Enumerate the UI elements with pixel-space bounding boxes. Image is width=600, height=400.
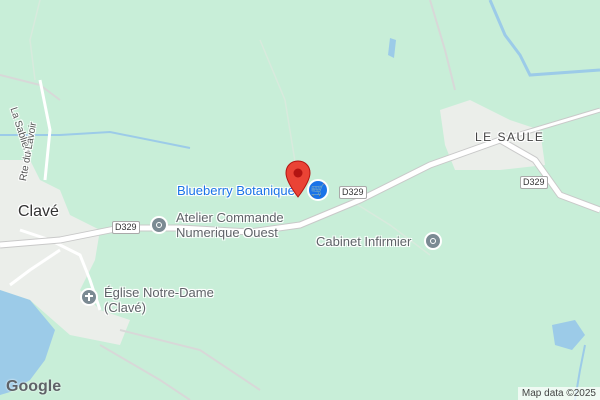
poi-label-blueberry-botanique[interactable]: Blueberry Botanique	[177, 183, 295, 198]
place-label-clave[interactable]: Clavé	[18, 203, 59, 221]
map-attribution[interactable]: Map data ©2025	[517, 387, 600, 400]
poi-label-atelier-line1[interactable]: Atelier Commande	[176, 210, 284, 225]
poi-label-cabinet-infirmier[interactable]: Cabinet Infirmier	[316, 234, 411, 249]
small-pond	[388, 38, 396, 58]
poi-label-atelier-line2[interactable]: Numerique Ouest	[176, 225, 278, 240]
road-badge-d329-mid: D329	[339, 186, 367, 199]
map-pin-icon[interactable]	[285, 160, 311, 198]
map-canvas[interactable]: La Sablière Rte du Lavoir D329 D329 D329…	[0, 0, 600, 400]
road-badge-d329-west: D329	[112, 221, 140, 234]
church-icon[interactable]	[80, 288, 98, 306]
map-base-layer	[0, 0, 600, 400]
poi-label-eglise-line1[interactable]: Église Notre-Dame	[104, 285, 214, 300]
stream-north	[488, 0, 600, 77]
poi-label-eglise-line2[interactable]: (Clavé)	[104, 300, 146, 315]
circle-poi-icon[interactable]	[150, 216, 168, 234]
pond-water	[552, 320, 585, 350]
road-badge-d329-east: D329	[520, 176, 548, 189]
place-label-le-saule[interactable]: LE SAULE	[475, 130, 544, 144]
google-logo: Google	[6, 378, 62, 395]
circle-poi-icon[interactable]	[424, 232, 442, 250]
